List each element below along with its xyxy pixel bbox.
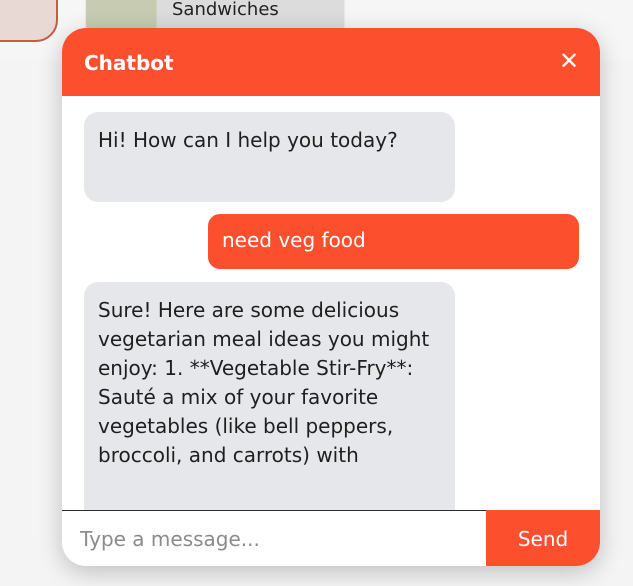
message-composer: Send (62, 510, 600, 566)
close-icon[interactable]: ✕ (554, 46, 584, 76)
message-input[interactable] (62, 511, 486, 566)
bot-message: Hi! How can I help you today? (84, 112, 455, 202)
send-button[interactable]: Send (486, 510, 600, 566)
bot-message: Sure! Here are some delicious vegetarian… (84, 282, 455, 510)
background-category-chip[interactable] (0, 0, 58, 42)
chatbot-header: Chatbot ✕ (62, 28, 600, 96)
chatbot-window: Chatbot ✕ Hi! How can I help you today? … (62, 28, 600, 566)
user-message: need veg food (208, 214, 579, 269)
category-label: Sandwiches (172, 0, 279, 20)
chatbot-title: Chatbot (84, 51, 174, 75)
message-list[interactable]: Hi! How can I help you today? need veg f… (62, 96, 600, 510)
